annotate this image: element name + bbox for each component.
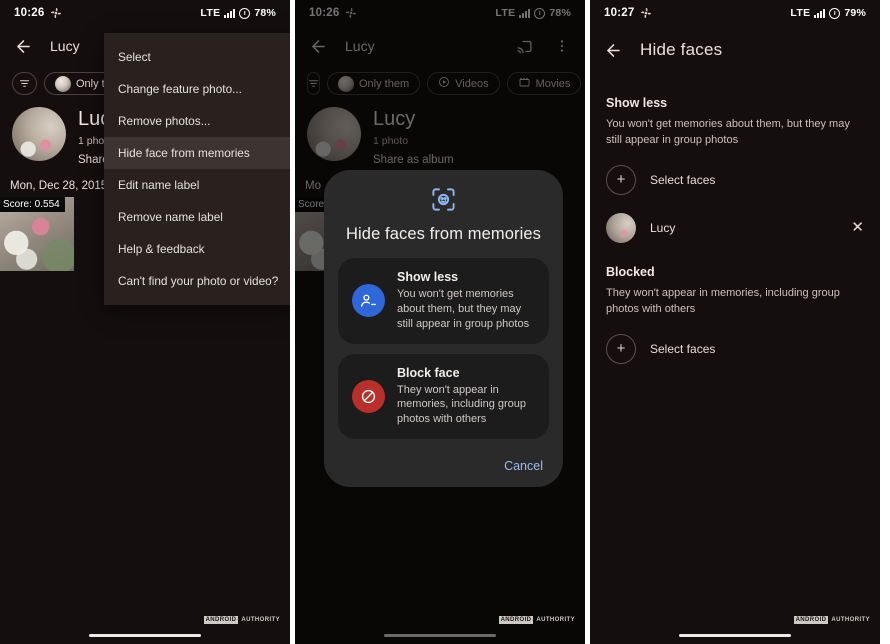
avatar-icon — [55, 75, 71, 92]
menu-item-cant-find-photo[interactable]: Can't find your photo or video? — [104, 265, 290, 297]
section-description: You won't get memories about them, but t… — [606, 118, 850, 146]
option-description: You won't get memories about them, but t… — [397, 288, 530, 330]
section-blocked: Blocked They won't appear in memories, i… — [590, 265, 880, 364]
watermark-android: ANDROID — [793, 616, 829, 624]
nav-pill — [679, 633, 791, 637]
dialog-title: Hide faces from memories — [346, 225, 541, 243]
filter-icon-chip[interactable] — [12, 72, 37, 95]
avatar — [12, 107, 66, 161]
menu-item-hide-face-from-memories[interactable]: Hide face from memories — [104, 137, 290, 169]
gesture-nav-bar[interactable] — [590, 626, 880, 644]
menu-item-select[interactable]: Select — [104, 41, 290, 73]
option-title: Show less — [397, 270, 459, 284]
nav-pill — [89, 633, 201, 637]
watermark: ANDROID AUTHORITY — [498, 616, 575, 624]
screenshot-stage: 10:26 LTE 78% Lucy Only the Lucy 1 photo… — [0, 0, 890, 644]
option-title: Block face — [397, 365, 460, 380]
back-arrow-icon[interactable] — [602, 39, 624, 61]
avatar — [606, 212, 636, 243]
signal-bars-icon — [814, 8, 826, 18]
status-time: 10:26 — [14, 7, 45, 19]
phone-panel-3: 10:27 LTE 79% Hide faces Show less You w… — [590, 0, 880, 644]
watermark-authority: AUTHORITY — [831, 617, 870, 623]
face-scan-icon — [338, 186, 549, 213]
battery-icon — [239, 7, 251, 19]
select-faces-button[interactable]: + Select faces — [606, 333, 864, 364]
watermark-android: ANDROID — [498, 616, 534, 624]
menu-item-remove-name-label[interactable]: Remove name label — [104, 201, 290, 233]
select-faces-label: Select faces — [650, 341, 716, 356]
gesture-nav-bar[interactable] — [0, 626, 290, 644]
overflow-menu-popup: Select Change feature photo... Remove ph… — [104, 33, 290, 305]
phone-panel-1: 10:26 LTE 78% Lucy Only the Lucy 1 photo… — [0, 0, 290, 644]
option-show-less[interactable]: Show less You won't get memories about t… — [338, 258, 549, 344]
back-arrow-icon[interactable] — [12, 35, 34, 57]
select-faces-button[interactable]: + Select faces — [606, 164, 864, 195]
menu-item-edit-name-label[interactable]: Edit name label — [104, 169, 290, 201]
watermark: ANDROID AUTHORITY — [203, 616, 280, 624]
phone-panel-2: 10:26 LTE 78% Lucy — [295, 0, 585, 644]
watermark-android: ANDROID — [203, 616, 239, 624]
watermark-authority: AUTHORITY — [536, 617, 575, 623]
dialog-actions: Cancel — [338, 449, 549, 477]
menu-item-help-feedback[interactable]: Help & feedback — [104, 233, 290, 265]
watermark: ANDROID AUTHORITY — [793, 616, 870, 624]
app-bar: Hide faces — [590, 26, 880, 74]
network-type-label: LTE — [790, 7, 811, 19]
watermark-authority: AUTHORITY — [241, 617, 280, 623]
hide-faces-dialog: Hide faces from memories Show less You w… — [324, 170, 563, 488]
status-bar: 10:27 LTE 79% — [590, 0, 880, 26]
section-show-less: Show less You won't get memories about t… — [590, 96, 880, 243]
select-faces-label: Select faces — [650, 172, 716, 187]
pinwheel-icon — [50, 7, 62, 19]
plus-icon: + — [606, 164, 636, 195]
section-title: Show less — [606, 96, 668, 110]
person-minus-icon — [352, 284, 385, 318]
network-type-label: LTE — [200, 7, 221, 19]
block-icon — [352, 379, 385, 413]
status-time: 10:27 — [604, 7, 635, 19]
photo-thumbnail[interactable]: Score: 0.554 — [0, 197, 74, 271]
page-title: Hide faces — [640, 40, 723, 59]
remove-face-icon[interactable]: ✕ — [851, 220, 864, 235]
face-name: Lucy — [650, 220, 676, 235]
menu-item-remove-photos[interactable]: Remove photos... — [104, 105, 290, 137]
signal-bars-icon — [224, 8, 236, 18]
battery-percent: 78% — [254, 7, 276, 19]
pinwheel-icon — [640, 7, 652, 19]
section-description: They won't appear in memories, including… — [606, 286, 840, 315]
battery-icon — [829, 7, 841, 19]
page-title: Lucy — [50, 38, 80, 54]
option-block-face[interactable]: Block face They won't appear in memories… — [338, 353, 549, 440]
cancel-button[interactable]: Cancel — [504, 459, 543, 473]
section-title: Blocked — [606, 264, 655, 279]
battery-percent: 79% — [844, 7, 866, 19]
plus-icon: + — [606, 333, 636, 364]
list-item: Lucy ✕ — [606, 212, 864, 243]
score-badge: Score: 0.554 — [0, 197, 65, 212]
menu-item-change-feature-photo[interactable]: Change feature photo... — [104, 73, 290, 105]
status-bar: 10:26 LTE 78% — [0, 0, 290, 26]
option-description: They won't appear in memories, including… — [397, 383, 527, 426]
